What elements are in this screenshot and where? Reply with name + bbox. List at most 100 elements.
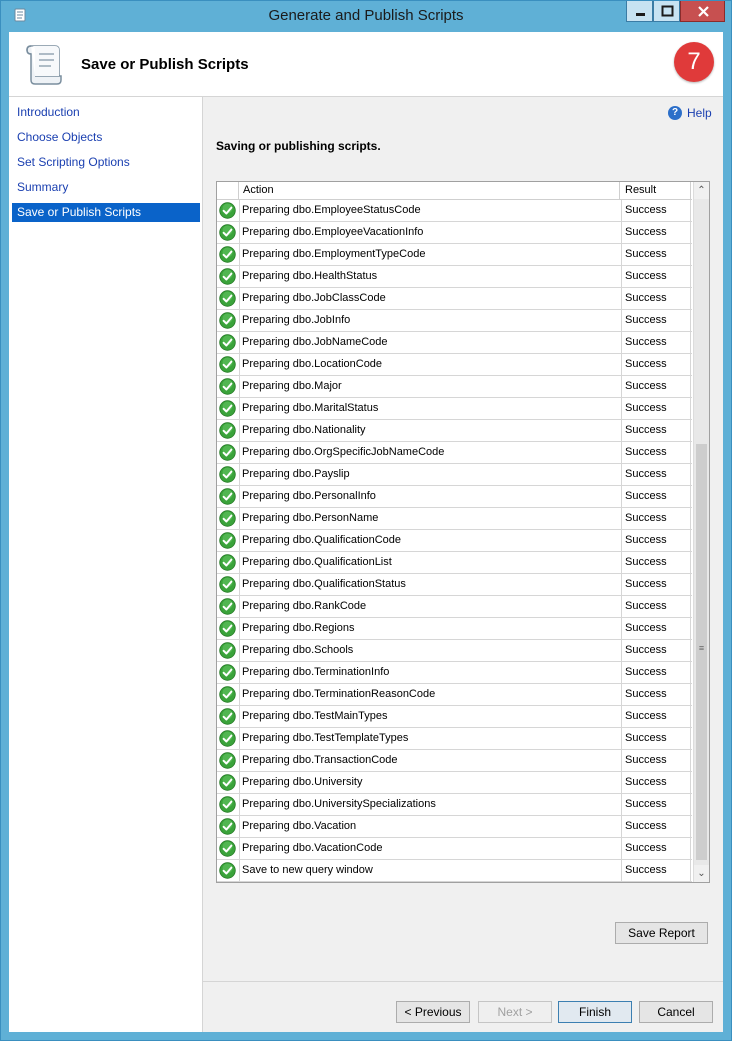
cell-action: Preparing dbo.JobNameCode: [239, 332, 620, 353]
table-row[interactable]: Preparing dbo.EmploymentTypeCode Success: [217, 244, 692, 266]
cell-action: Preparing dbo.RankCode: [239, 596, 620, 617]
table-row[interactable]: Preparing dbo.MaritalStatus Success: [217, 398, 692, 420]
success-check-icon: [219, 576, 236, 593]
table-row[interactable]: Preparing dbo.UniversitySpecializations S…: [217, 794, 692, 816]
table-row[interactable]: Preparing dbo.QualificationCode Success: [217, 530, 692, 552]
table-row[interactable]: Preparing dbo.University Success: [217, 772, 692, 794]
table-row[interactable]: Preparing dbo.QualificationList Success: [217, 552, 692, 574]
success-check-icon: [219, 334, 236, 351]
cell-result: Success: [621, 508, 691, 529]
finish-button[interactable]: Finish: [558, 1001, 632, 1023]
cell-action: Preparing dbo.QualificationList: [239, 552, 620, 573]
cell-action: Preparing dbo.TerminationReasonCode: [239, 684, 620, 705]
cancel-button[interactable]: Cancel: [639, 1001, 713, 1023]
cell-result: Success: [621, 310, 691, 331]
wizard-client: Save or Publish Scripts 7 Introduction C…: [9, 32, 723, 1032]
table-row[interactable]: Preparing dbo.JobInfo Success: [217, 310, 692, 332]
cell-action: Preparing dbo.TestMainTypes: [239, 706, 620, 727]
header-icon-column: [217, 182, 239, 199]
cell-result: Success: [621, 794, 691, 815]
next-button[interactable]: Next >: [478, 1001, 552, 1023]
page-title: Save or Publish Scripts: [81, 56, 249, 73]
cell-result: Success: [621, 816, 691, 837]
success-check-icon: [219, 752, 236, 769]
cell-action: Save to new query window: [239, 860, 620, 881]
minimize-button[interactable]: [626, 1, 653, 22]
table-row[interactable]: Preparing dbo.PersonalInfo Success: [217, 486, 692, 508]
table-row[interactable]: Preparing dbo.Major Success: [217, 376, 692, 398]
vertical-scrollbar[interactable]: ⌃ ≡ ⌄: [693, 182, 709, 882]
table-row[interactable]: Preparing dbo.Nationality Success: [217, 420, 692, 442]
success-check-icon: [219, 202, 236, 219]
table-row[interactable]: Preparing dbo.TestTemplateTypes Success: [217, 728, 692, 750]
cell-result: Success: [621, 200, 691, 221]
window-title: Generate and Publish Scripts: [268, 7, 464, 24]
cell-action: Preparing dbo.Regions: [239, 618, 620, 639]
table-row[interactable]: Preparing dbo.VacationCode Success: [217, 838, 692, 860]
scroll-up-arrow-icon[interactable]: ⌃: [694, 182, 709, 199]
table-row[interactable]: Preparing dbo.Regions Success: [217, 618, 692, 640]
cell-result: Success: [621, 838, 691, 859]
cell-result: Success: [621, 860, 691, 881]
cell-result: Success: [621, 442, 691, 463]
success-check-icon: [219, 532, 236, 549]
cell-result: Success: [621, 486, 691, 507]
table-row[interactable]: Preparing dbo.TransactionCode Success: [217, 750, 692, 772]
nav-item-set-scripting-options[interactable]: Set Scripting Options: [12, 153, 200, 172]
nav-item-summary[interactable]: Summary: [12, 178, 200, 197]
cell-action: Preparing dbo.JobInfo: [239, 310, 620, 331]
nav-item-introduction[interactable]: Introduction: [12, 103, 200, 122]
table-row[interactable]: Preparing dbo.LocationCode Success: [217, 354, 692, 376]
table-row[interactable]: Save to new query window Success: [217, 860, 692, 882]
table-row[interactable]: Preparing dbo.TerminationReasonCode Succe…: [217, 684, 692, 706]
table-row[interactable]: Preparing dbo.PersonName Success: [217, 508, 692, 530]
table-row[interactable]: Preparing dbo.OrgSpecificJobNameCode Succ…: [217, 442, 692, 464]
grid-header: Action Result: [217, 182, 692, 200]
cell-result: Success: [621, 640, 691, 661]
table-row[interactable]: Preparing dbo.EmployeeVacationInfo Succes…: [217, 222, 692, 244]
table-row[interactable]: Preparing dbo.JobNameCode Success: [217, 332, 692, 354]
cell-result: Success: [621, 772, 691, 793]
table-row[interactable]: Preparing dbo.Schools Success: [217, 640, 692, 662]
cell-result: Success: [621, 706, 691, 727]
table-row[interactable]: Preparing dbo.TestMainTypes Success: [217, 706, 692, 728]
success-check-icon: [219, 818, 236, 835]
previous-button[interactable]: < Previous: [396, 1001, 470, 1023]
success-check-icon: [219, 642, 236, 659]
column-header-result[interactable]: Result: [621, 182, 691, 199]
save-report-button[interactable]: Save Report: [615, 922, 708, 944]
table-row[interactable]: Preparing dbo.Payslip Success: [217, 464, 692, 486]
nav-item-save-or-publish-scripts[interactable]: Save or Publish Scripts: [12, 203, 200, 222]
cell-result: Success: [621, 552, 691, 573]
cell-action: Preparing dbo.Payslip: [239, 464, 620, 485]
cell-action: Preparing dbo.Nationality: [239, 420, 620, 441]
success-check-icon: [219, 246, 236, 263]
cell-action: Preparing dbo.Schools: [239, 640, 620, 661]
main-content: ? Help Saving or publishing scripts. Act…: [203, 97, 723, 1032]
cell-result: Success: [621, 530, 691, 551]
table-row[interactable]: Preparing dbo.EmployeeStatusCode Success: [217, 200, 692, 222]
success-check-icon: [219, 620, 236, 637]
table-row[interactable]: Preparing dbo.TerminationInfo Success: [217, 662, 692, 684]
table-row[interactable]: Preparing dbo.JobClassCode Success: [217, 288, 692, 310]
maximize-button[interactable]: [653, 1, 680, 22]
success-check-icon: [219, 312, 236, 329]
cell-action: Preparing dbo.UniversitySpecializations: [239, 794, 620, 815]
wizard-nav: Introduction Choose Objects Set Scriptin…: [9, 97, 203, 1032]
scrollbar-thumb[interactable]: ≡: [696, 444, 707, 860]
column-header-action[interactable]: Action: [239, 182, 620, 199]
success-check-icon: [219, 796, 236, 813]
table-row[interactable]: Preparing dbo.QualificationStatus Success: [217, 574, 692, 596]
nav-item-choose-objects[interactable]: Choose Objects: [12, 128, 200, 147]
table-row[interactable]: Preparing dbo.RankCode Success: [217, 596, 692, 618]
page-header: Save or Publish Scripts 7: [9, 32, 723, 97]
scroll-down-arrow-icon[interactable]: ⌄: [694, 865, 709, 882]
close-button[interactable]: [680, 1, 725, 22]
table-row[interactable]: Preparing dbo.Vacation Success: [217, 816, 692, 838]
table-row[interactable]: Preparing dbo.HealthStatus Success: [217, 266, 692, 288]
cell-action: Preparing dbo.EmployeeVacationInfo: [239, 222, 620, 243]
cell-result: Success: [621, 266, 691, 287]
cell-action: Preparing dbo.Vacation: [239, 816, 620, 837]
title-bar: Generate and Publish Scripts: [1, 1, 731, 31]
grid-rows: Preparing dbo.EmployeeStatusCode Success P…: [217, 200, 692, 882]
